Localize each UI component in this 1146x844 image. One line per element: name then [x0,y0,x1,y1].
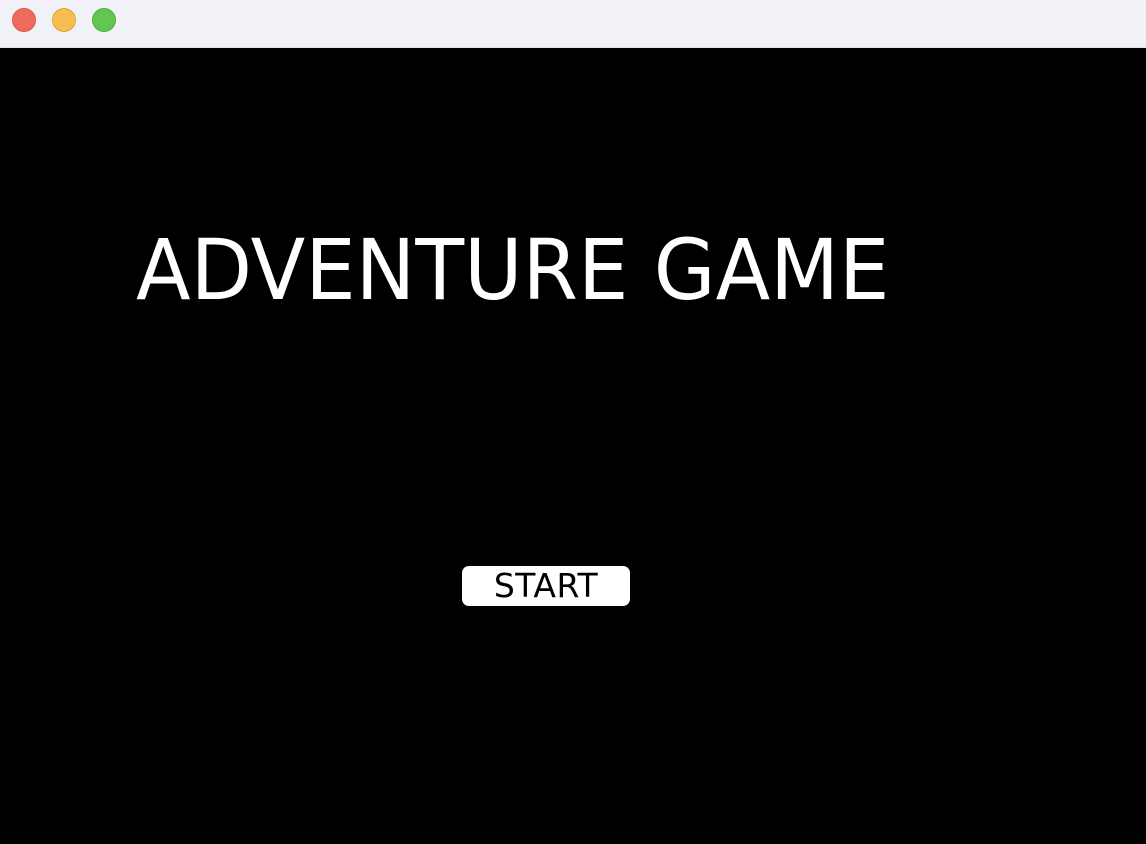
close-window-button[interactable] [12,8,36,32]
game-window: ADVENTURE GAME START [0,0,1146,844]
start-button[interactable]: START [462,566,630,606]
game-title: ADVENTURE GAME [136,221,890,319]
zoom-window-button[interactable] [92,8,116,32]
minimize-window-button[interactable] [52,8,76,32]
game-screen: ADVENTURE GAME START [0,48,1146,844]
window-titlebar[interactable] [0,0,1146,48]
